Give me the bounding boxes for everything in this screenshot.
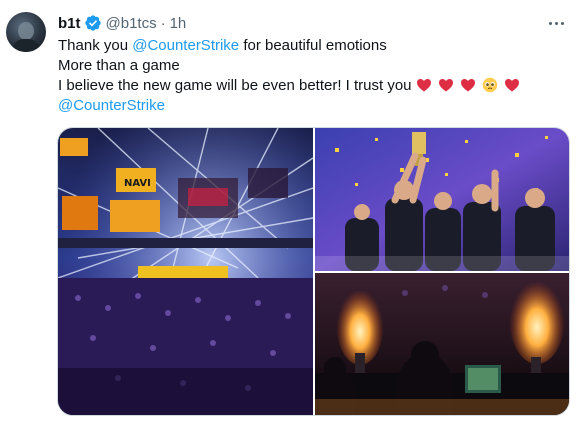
trophy-celebration-photo[interactable] — [315, 128, 569, 271]
player-pyro-flames-photo[interactable] — [315, 273, 569, 415]
red-heart-emoji-icon — [438, 79, 453, 92]
timestamp[interactable]: 1h — [170, 15, 187, 32]
tweet-header: b1t @b1tcs · 1h — [58, 13, 186, 33]
red-heart-emoji-icon — [416, 79, 431, 92]
text-segment: Thank you — [58, 37, 133, 54]
navi-logo-text: NAVI — [124, 178, 151, 189]
verified-badge-icon — [84, 15, 101, 31]
text-segment: for beautiful emotions — [239, 37, 387, 54]
avatar-face — [18, 22, 34, 40]
text-line-1: Thank you @CounterStrike for beautiful e… — [58, 36, 568, 56]
tweet-text: Thank you @CounterStrike for beautiful e… — [58, 36, 568, 116]
pleading-face-emoji-icon — [483, 77, 498, 93]
avatar-body — [12, 39, 40, 52]
more-options-icon[interactable] — [544, 11, 568, 35]
mention-link[interactable]: @CounterStrike — [58, 97, 165, 114]
text-segment: More than a game — [58, 57, 180, 74]
author-name[interactable]: b1t — [58, 15, 81, 32]
red-heart-emoji-icon — [461, 79, 476, 92]
author-handle[interactable]: @b1tcs — [106, 15, 157, 32]
text-line-2: More than a game — [58, 56, 568, 76]
text-segment: I believe the new game will be even bett… — [58, 77, 416, 94]
separator-dot: · — [160, 14, 166, 32]
text-line-4: @CounterStrike — [58, 96, 568, 116]
text-line-3: I believe the new game will be even bett… — [58, 76, 568, 96]
red-heart-emoji-icon — [505, 79, 520, 92]
mention-link[interactable]: @CounterStrike — [132, 37, 239, 54]
arena-stage-lights-photo[interactable]: NAVI — [58, 128, 313, 415]
media-grid: NAVI — [57, 127, 570, 416]
author-avatar[interactable] — [6, 12, 46, 52]
